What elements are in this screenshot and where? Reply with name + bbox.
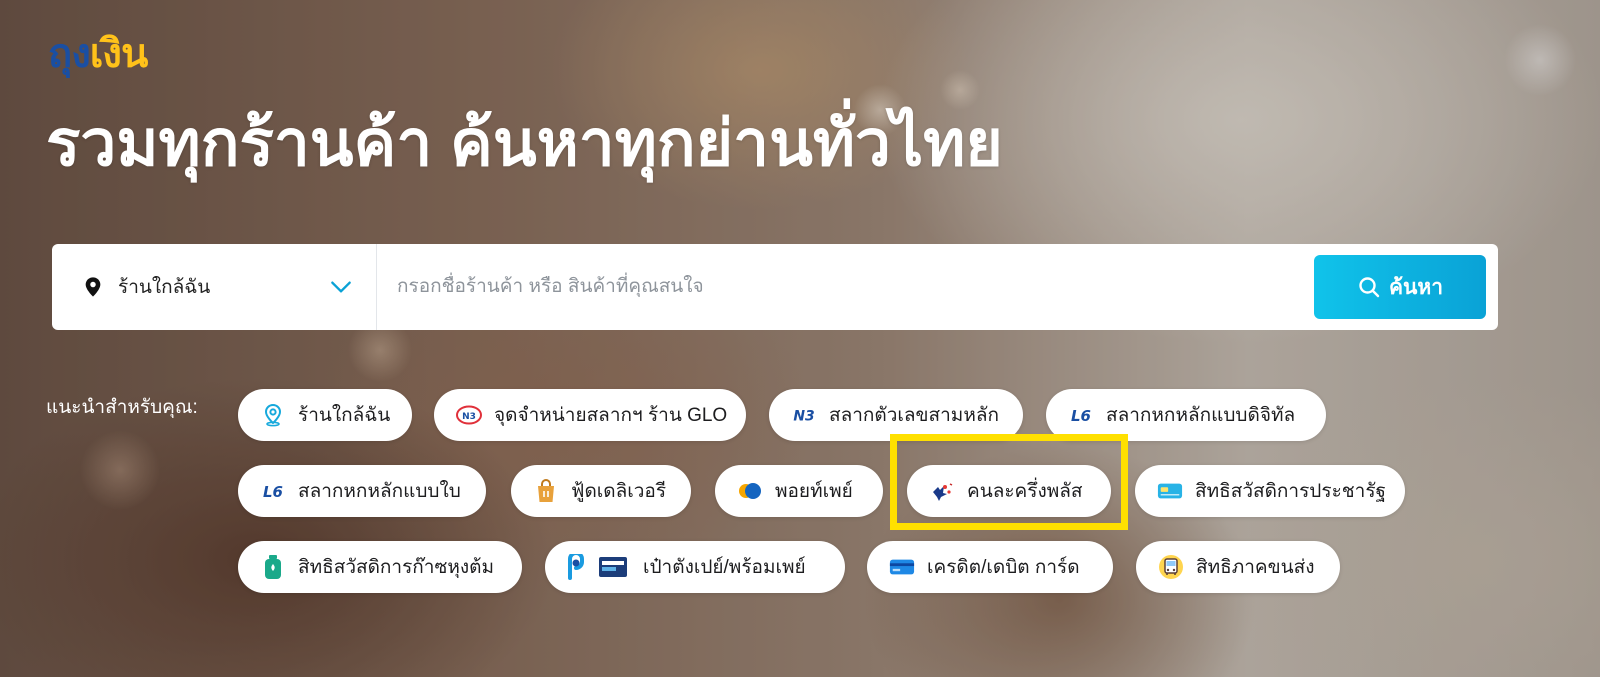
chevron-down-icon — [331, 281, 351, 293]
logo-text-part1: ถุง — [48, 31, 91, 77]
chip-three-digit-lottery[interactable]: N3 สลากตัวเลขสามหลัก — [769, 389, 1023, 441]
chip-half-half-plus[interactable]: คนละครึ่งพลัส — [907, 465, 1111, 517]
search-button-label: ค้นหา — [1388, 275, 1444, 299]
map-pin-icon — [260, 402, 286, 428]
pointpay-icon — [737, 478, 763, 504]
food-bag-icon — [533, 478, 559, 504]
location-dropdown[interactable]: ร้านใกล้ฉัน — [52, 244, 377, 330]
chip-label: สลากตัวเลขสามหลัก — [829, 405, 1000, 426]
credit-card-icon — [889, 554, 915, 580]
glo-lottery-icon: N3 — [456, 402, 482, 428]
search-bar: ร้านใกล้ฉัน ค้นหา — [52, 244, 1498, 330]
chip-six-digit-paper-lottery[interactable]: L6 สลากหกหลักแบบใบ — [238, 465, 486, 517]
chip-pointpay[interactable]: พอยท์เพย์ — [715, 465, 883, 517]
svg-text:N3: N3 — [462, 412, 476, 422]
paotang-promptpay-icon — [567, 554, 631, 580]
svg-text:N3: N3 — [793, 409, 814, 425]
chip-transport-benefit[interactable]: สิทธิภาคขนส่ง — [1136, 541, 1340, 593]
search-icon — [1359, 277, 1380, 298]
chip-label: ฟู้ดเดลิเวอรี — [571, 481, 667, 502]
chip-nearby-shops[interactable]: ร้านใกล้ฉัน — [238, 389, 412, 441]
svg-text:L6: L6 — [263, 483, 283, 501]
location-label: ร้านใกล้ฉัน — [118, 277, 211, 298]
chip-label: ร้านใกล้ฉัน — [298, 405, 391, 426]
half-half-plus-icon — [929, 478, 955, 504]
chip-label: สิทธิสวัสดิการก๊าซหุงต้ม — [298, 557, 495, 578]
location-pin-icon — [85, 277, 101, 297]
chip-label: สิทธิภาคขนส่ง — [1196, 557, 1315, 578]
chip-label: เป๋าตังเปย์/พร้อมเพย์ — [643, 557, 806, 578]
svg-text:L6: L6 — [1071, 407, 1091, 425]
l6-digital-icon: L6 — [1068, 402, 1094, 428]
logo-text-part2: เงิน — [89, 31, 149, 77]
search-input[interactable] — [377, 244, 1314, 330]
chip-cooking-gas-welfare[interactable]: สิทธิสวัสดิการก๊าซหุงต้ม — [238, 541, 522, 593]
chip-label: พอยท์เพย์ — [775, 481, 853, 502]
chip-label: สลากหกหลักแบบใบ — [298, 481, 461, 502]
chip-label: เครดิต/เดบิต การ์ด — [927, 557, 1080, 578]
chip-label: คนละครึ่งพลัส — [967, 481, 1083, 502]
chip-six-digit-digital-lottery[interactable]: L6 สลากหกหลักแบบดิจิทัล — [1046, 389, 1326, 441]
l6-paper-icon: L6 — [260, 478, 286, 504]
chip-state-welfare[interactable]: สิทธิสวัสดิการประชารัฐ — [1135, 465, 1405, 517]
welfare-card-icon — [1157, 478, 1183, 504]
recommendations-label: แนะนำสำหรับคุณ: — [46, 397, 198, 418]
bus-icon — [1158, 554, 1184, 580]
chip-label: สิทธิสวัสดิการประชารัฐ — [1195, 481, 1387, 502]
chip-label: จุดจำหน่ายสลากฯ ร้าน GLO — [494, 405, 728, 426]
chip-label: สลากหกหลักแบบดิจิทัล — [1106, 405, 1296, 426]
n3-lottery-icon: N3 — [791, 402, 817, 428]
chip-paotang-promptpay[interactable]: เป๋าตังเปย์/พร้อมเพย์ — [545, 541, 845, 593]
gas-tank-icon — [260, 554, 286, 580]
brand-logo[interactable]: ถุงเงิน — [48, 28, 149, 80]
page-headline: รวมทุกร้านค้า ค้นหาทุกย่านทั่วไทย — [46, 107, 1003, 179]
search-button[interactable]: ค้นหา — [1314, 255, 1486, 319]
chip-credit-debit-card[interactable]: เครดิต/เดบิต การ์ด — [867, 541, 1113, 593]
chip-food-delivery[interactable]: ฟู้ดเดลิเวอรี — [511, 465, 691, 517]
chip-glo-lottery-outlets[interactable]: N3 จุดจำหน่ายสลากฯ ร้าน GLO — [434, 389, 746, 441]
